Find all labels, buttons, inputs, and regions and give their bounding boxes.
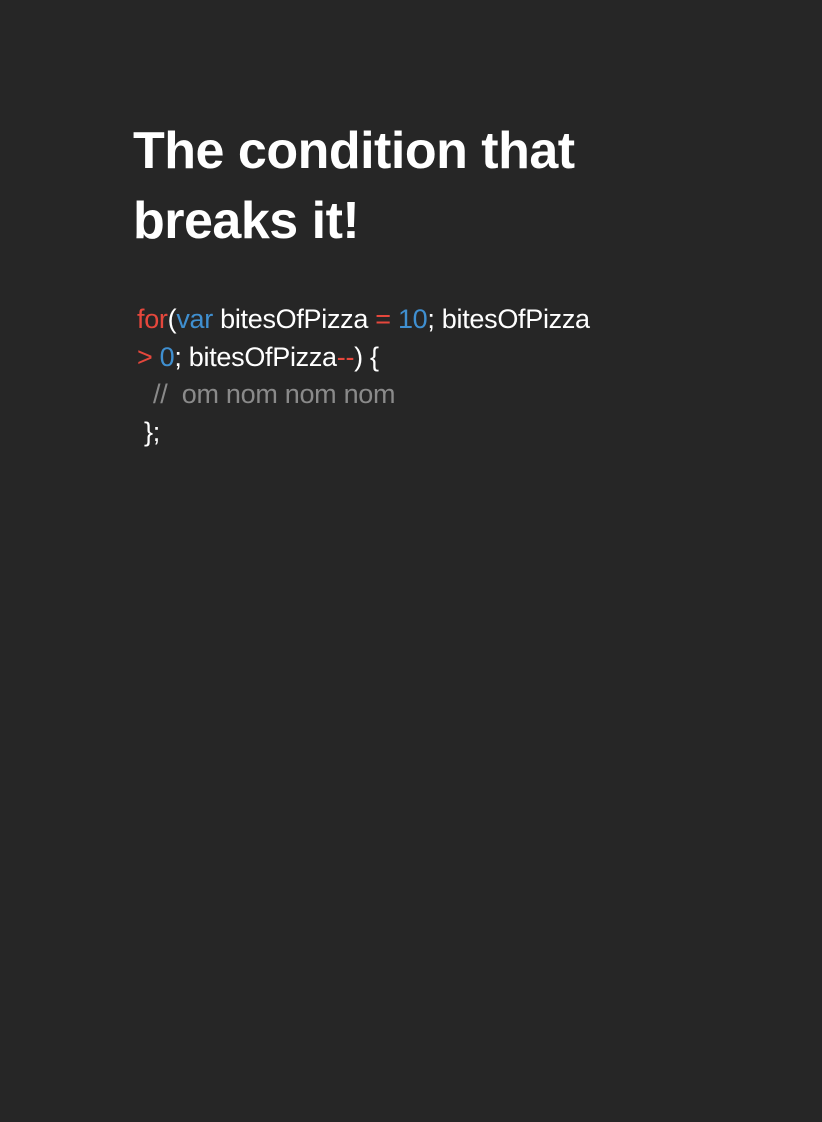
- semicolon-identifier: ; bitesOfPizza: [174, 341, 337, 372]
- code-line-3: // om nom nom nom: [137, 376, 697, 414]
- slide-title: The condition that breaks it!: [133, 116, 693, 256]
- keyword-for: for: [137, 304, 168, 334]
- operator-decrement: --: [336, 341, 355, 372]
- number-ten: 10: [397, 304, 428, 334]
- keyword-var: var: [176, 304, 213, 334]
- closing-brace: };: [144, 416, 160, 447]
- code-line-4: };: [137, 414, 697, 452]
- code-block: for(var bitesOfPizza = 10; bitesOfPizza …: [137, 301, 697, 451]
- paren-open: (: [167, 304, 177, 334]
- slide-title-line-2: breaks it!: [133, 192, 360, 250]
- code-line-2: > 0; bitesOfPizza--) {: [137, 339, 697, 377]
- paren-close-brace-open: ) {: [354, 341, 379, 372]
- identifier-bites-of-pizza: bitesOfPizza: [212, 304, 376, 334]
- operator-greater-than: >: [137, 341, 153, 372]
- number-zero: 0: [159, 341, 175, 372]
- code-comment: // om nom nom nom: [153, 379, 396, 409]
- operator-assign: =: [375, 304, 391, 334]
- code-line-1: for(var bitesOfPizza = 10; bitesOfPizza: [137, 301, 697, 339]
- slide: The condition that breaks it! for(var bi…: [0, 0, 822, 1122]
- slide-title-line-1: The condition that: [133, 122, 575, 180]
- semicolon-identifier: ; bitesOfPizza: [427, 304, 590, 334]
